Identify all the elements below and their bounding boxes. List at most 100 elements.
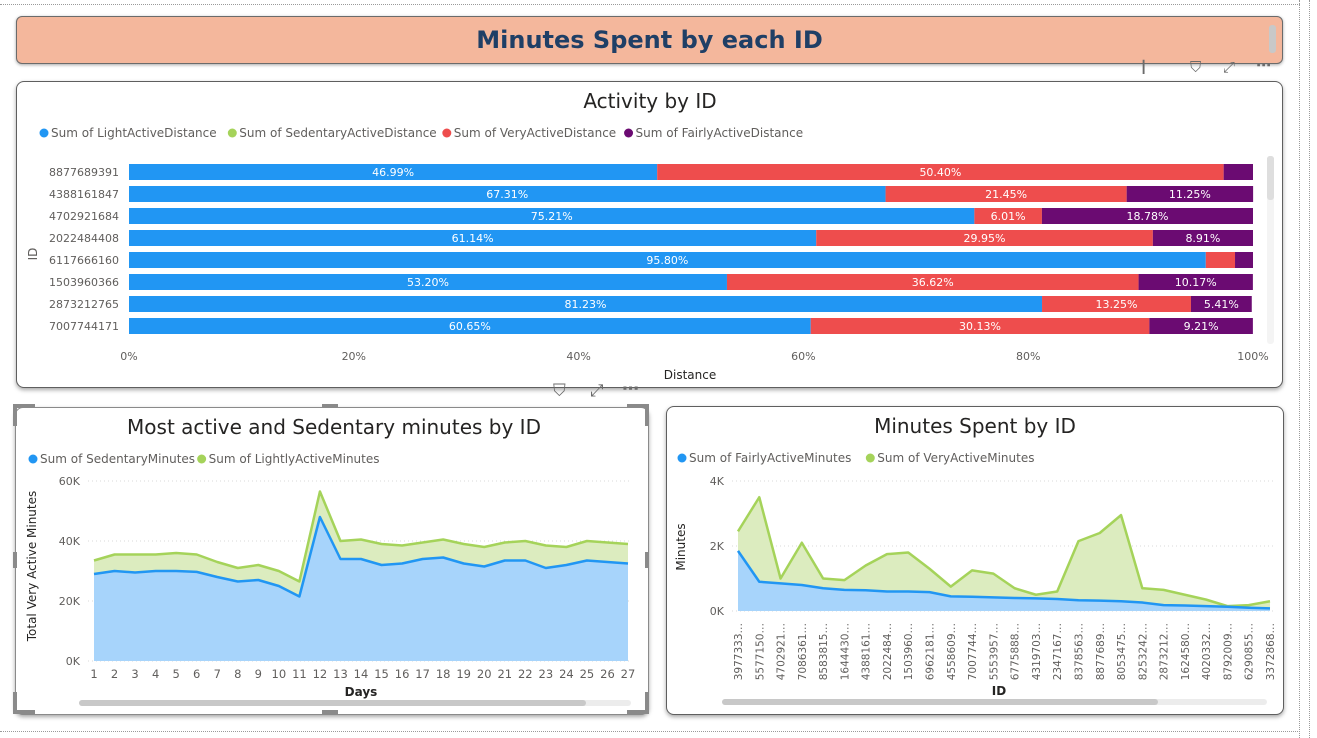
resize-handle[interactable] [645, 404, 649, 426]
y-tick-label: 2873212765 [49, 298, 119, 311]
x-tick-label: 27 [621, 667, 636, 681]
legend-marker [227, 128, 237, 138]
y-tick-label: 40K [59, 535, 81, 548]
y-tick-label: 8877689391 [49, 166, 119, 179]
x-tick-label: 1 [90, 667, 97, 681]
legend-label: Sum of SedentaryActiveDistance [239, 126, 436, 140]
x-tick-label: 8877689… [1095, 623, 1107, 680]
data-label: 67.31% [486, 188, 528, 201]
resize-handle[interactable] [645, 692, 649, 714]
filter-icon[interactable]: ⛉ [1190, 58, 1201, 76]
y-axis-title: Total Very Active Minutes [25, 491, 39, 643]
x-tick-label: 21 [497, 667, 512, 681]
y-axis-title: ID [26, 248, 40, 261]
x-tick-label: 6 [193, 667, 200, 681]
resize-handle[interactable] [13, 404, 17, 426]
horizontal-scrollbar [79, 700, 586, 706]
x-tick-label: 6962181… [925, 623, 937, 680]
bar-segment [1235, 252, 1253, 268]
y-tick-label: 4702921684 [49, 210, 119, 223]
data-label: 46.99% [372, 166, 414, 179]
y-tick-label: 2K [710, 540, 725, 553]
x-tick-label: 4 [152, 667, 159, 681]
x-tick-label: 7 [214, 667, 221, 681]
legend-label: Sum of FairlyActiveMinutes [689, 451, 851, 465]
chart-title: Activity by ID [583, 89, 716, 113]
data-label: 61.14% [452, 232, 494, 245]
resize-handle[interactable] [13, 692, 17, 714]
data-label: 95.80% [646, 254, 688, 267]
resize-handle[interactable] [322, 404, 338, 408]
banner-scrollbar[interactable] [1269, 25, 1276, 53]
focus-mode-icon[interactable]: ⤢ [1223, 58, 1235, 76]
resize-handle[interactable] [322, 710, 338, 714]
canvas-bottom-boundary [0, 731, 1300, 732]
filter-icon[interactable]: ⛉ [553, 381, 566, 401]
x-tick-label: 80% [1016, 350, 1040, 363]
active-sedentary-minutes-chart: Most active and Sedentary minutes by ID S… [25, 415, 636, 706]
x-tick-label: 4558609… [946, 623, 958, 680]
x-tick-label: 100% [1237, 350, 1268, 363]
x-tick-label: 25 [580, 667, 595, 681]
legend-label: Sum of VeryActiveDistance [454, 126, 616, 140]
legend-marker [442, 128, 452, 138]
more-options-icon[interactable]: ⋯ [1256, 56, 1271, 74]
data-label: 13.25% [1096, 298, 1138, 311]
data-label: 30.13% [959, 320, 1001, 333]
resize-handle[interactable] [645, 552, 649, 568]
x-tick-label: 15 [374, 667, 389, 681]
x-tick-label: 7086361… [797, 623, 809, 680]
legend-marker [39, 128, 49, 138]
data-label: 50.40% [919, 166, 961, 179]
x-tick-label: 20% [342, 350, 366, 363]
data-label: 11.25% [1169, 188, 1211, 201]
pin-icon[interactable]: ┃ [1140, 60, 1147, 74]
data-label: 10.17% [1175, 276, 1217, 289]
x-tick-label: 4388161… [861, 623, 873, 680]
more-options-icon[interactable]: ⋯ [622, 379, 639, 399]
x-tick-label: 4020332… [1201, 623, 1213, 680]
x-tick-label: 3 [131, 667, 138, 681]
x-tick-label: 3372868… [1265, 623, 1277, 680]
data-label: 53.20% [407, 276, 449, 289]
x-tick-label: 19 [456, 667, 471, 681]
resize-handle[interactable] [13, 552, 17, 568]
y-tick-label: 60K [59, 475, 81, 488]
x-tick-label: 0% [120, 350, 137, 363]
x-tick-label: 1644430… [839, 623, 851, 680]
legend-marker [28, 454, 38, 464]
y-axis-title: Minutes [674, 523, 688, 570]
x-tick-label: 8053475… [1116, 623, 1128, 680]
bar-segment [1205, 252, 1236, 268]
activity-by-id-visual[interactable]: Activity by ID Sum of LightActiveDistance… [16, 81, 1283, 388]
y-tick-label: 1503960366 [49, 276, 119, 289]
y-tick-label: 7007744171 [49, 320, 119, 333]
legend-marker [865, 453, 875, 463]
data-label: 8.91% [1185, 232, 1220, 245]
x-tick-label: 8583815… [818, 623, 830, 680]
active-sedentary-minutes-visual[interactable]: Most active and Sedentary minutes by ID S… [15, 407, 649, 715]
y-tick-label: 4388161847 [49, 188, 119, 201]
canvas-right-boundary [1299, 0, 1300, 738]
x-axis-title: ID [992, 684, 1006, 698]
minutes-spent-by-id-visual[interactable]: Minutes Spent by ID Sum of FairlyActiveMi… [666, 406, 1284, 715]
focus-mode-icon[interactable]: ⤢ [590, 381, 604, 401]
x-tick-label: 20 [477, 667, 492, 681]
data-label: 29.95% [964, 232, 1006, 245]
x-tick-label: 3977333… [733, 623, 745, 680]
legend-label: Sum of SedentaryMinutes [40, 452, 195, 466]
data-label: 75.21% [531, 210, 573, 223]
legend-label: Sum of LightActiveDistance [51, 126, 217, 140]
x-tick-label: 12 [313, 667, 328, 681]
x-tick-label: 16 [395, 667, 410, 681]
x-tick-label: 4319703… [1031, 623, 1043, 680]
x-tick-label: 9 [255, 667, 262, 681]
x-tick-label: 5577150… [754, 623, 766, 680]
y-tick-label: 6117666160 [49, 254, 119, 267]
legend-label: Sum of VeryActiveMinutes [877, 451, 1034, 465]
x-tick-label: 23 [539, 667, 554, 681]
data-label: 36.62% [912, 276, 954, 289]
x-tick-label: 10 [272, 667, 287, 681]
x-tick-label: 40% [566, 350, 590, 363]
y-tick-label: 4K [710, 475, 725, 488]
